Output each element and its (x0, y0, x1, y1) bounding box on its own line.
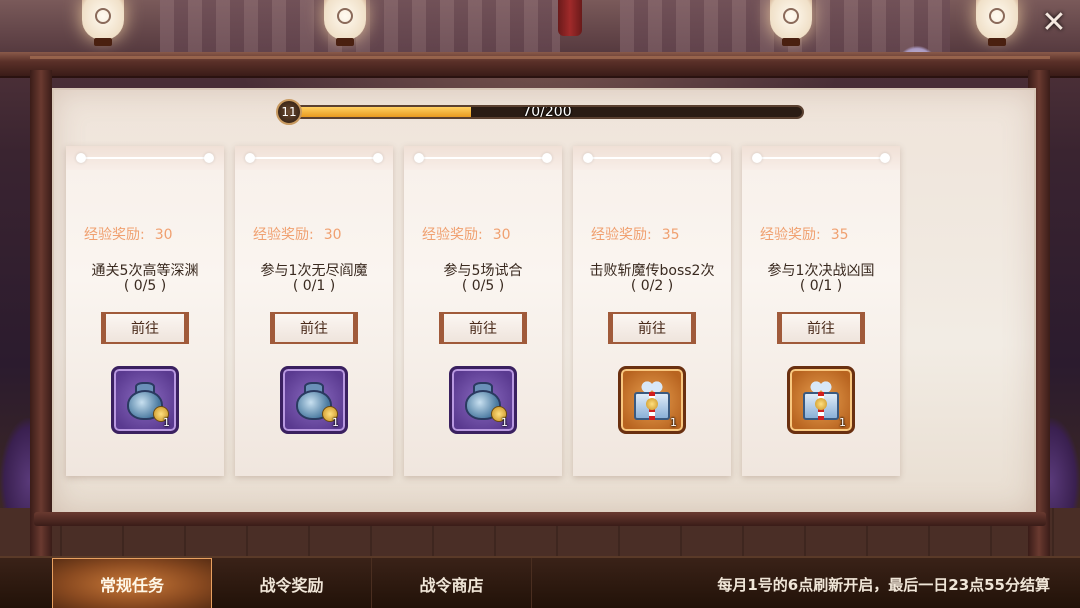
exp-reward-label: 经验奖励: (591, 227, 652, 243)
card-dot-icon (245, 153, 255, 163)
lantern-1-icon (82, 0, 124, 46)
level-badge: 11 (276, 99, 302, 125)
exp-reward-label: 经验奖励: (253, 227, 314, 243)
task-card: 经验奖励: 35 击败斩魔传boss2次( 0/2 ) 前往 1 (573, 146, 731, 476)
card-dot-icon (414, 153, 424, 163)
go-button[interactable]: 前往 (608, 312, 696, 344)
exp-reward-label: 经验奖励: (760, 227, 821, 243)
task-title: 参与1次无尽阎魔 (260, 263, 368, 279)
card-dot-icon (76, 153, 86, 163)
go-button-label: 前往 (300, 321, 328, 337)
exp-reward: 经验奖励: 35 (591, 224, 680, 244)
tab-pass-rewards[interactable]: 战令奖励 (212, 558, 372, 608)
lantern-3-icon (770, 0, 812, 46)
task-card: 经验奖励: 30 通关5次高等深渊( 0/5 ) 前往 1 (66, 146, 224, 476)
task-title: 参与5场试合 (443, 263, 523, 279)
task-title: 击败斩魔传boss2次 (589, 263, 715, 279)
task-progress-count: ( 0/2 ) (630, 278, 674, 294)
go-button-label: 前往 (469, 321, 497, 337)
task-progress-count: ( 0/5 ) (461, 278, 505, 294)
reward-gift-box-icon (799, 378, 843, 422)
card-dot-icon (373, 153, 383, 163)
card-dot-icon (542, 153, 552, 163)
go-button-label: 前往 (807, 321, 835, 337)
card-header (235, 146, 393, 170)
card-header (66, 146, 224, 170)
reward-item[interactable]: 1 (449, 366, 517, 434)
reward-quantity: 1 (163, 416, 170, 429)
tab-regular-tasks[interactable]: 常规任务 (52, 558, 212, 608)
reward-gift-box-icon (630, 378, 674, 422)
reward-item[interactable]: 1 (280, 366, 348, 434)
card-header (404, 146, 562, 170)
task-card: 经验奖励: 30 参与1次无尽阎魔( 0/1 ) 前往 1 (235, 146, 393, 476)
exp-reward-value: 30 (154, 227, 173, 243)
card-dot-icon (583, 153, 593, 163)
bottom-tab-bar: 常规任务 战令奖励 战令商店 每月1号的6点刷新开启，最后一日23点55分结算 (0, 556, 1080, 608)
tab-label: 常规任务 (99, 576, 164, 595)
task-progress-count: ( 0/1 ) (292, 278, 336, 294)
reward-item[interactable]: 1 (618, 366, 686, 434)
frame-post-left (30, 70, 52, 556)
reward-quantity: 1 (501, 416, 508, 429)
go-button[interactable]: 前往 (439, 312, 527, 344)
exp-reward: 经验奖励: 30 (422, 224, 511, 244)
progress-text: 70/200 (522, 105, 572, 119)
panel-bottom-rail (34, 512, 1046, 526)
card-dot-icon (880, 153, 890, 163)
exp-reward-value: 30 (323, 227, 342, 243)
season-progress: 70/200 11 (276, 99, 806, 125)
task-title: 通关5次高等深渊 (91, 263, 199, 279)
card-dot-icon (204, 153, 214, 163)
frame-top-beam (0, 52, 1080, 78)
hanging-drum-icon (558, 0, 582, 36)
go-button[interactable]: 前往 (270, 312, 358, 344)
exp-reward-value: 35 (661, 227, 680, 243)
card-header (573, 146, 731, 170)
reward-item[interactable]: 1 (787, 366, 855, 434)
reward-bag-icon (123, 378, 169, 422)
go-button-label: 前往 (131, 321, 159, 337)
reward-quantity: 1 (670, 416, 677, 429)
tab-label: 战令奖励 (259, 576, 324, 595)
exp-reward: 经验奖励: 35 (760, 224, 849, 244)
exp-reward-label: 经验奖励: (422, 227, 483, 243)
go-button[interactable]: 前往 (101, 312, 189, 344)
task-progress-count: ( 0/5 ) (123, 278, 167, 294)
tab-label: 战令商店 (419, 576, 484, 595)
close-icon: ✕ (1041, 4, 1067, 40)
exp-reward: 经验奖励: 30 (253, 224, 342, 244)
exp-reward-value: 35 (830, 227, 849, 243)
reward-quantity: 1 (839, 416, 846, 429)
progress-track: 70/200 (290, 105, 804, 119)
lantern-4-icon (976, 0, 1018, 46)
exp-reward-label: 经验奖励: (84, 227, 145, 243)
exp-reward-value: 30 (492, 227, 511, 243)
card-dot-icon (711, 153, 721, 163)
task-card: 经验奖励: 35 参与1次决战凶国( 0/1 ) 前往 1 (742, 146, 900, 476)
close-button[interactable]: ✕ (1036, 4, 1072, 40)
card-dot-icon (752, 153, 762, 163)
task-progress-count: ( 0/1 ) (799, 278, 843, 294)
task-title: 参与1次决战凶国 (767, 263, 875, 279)
reward-quantity: 1 (332, 416, 339, 429)
refresh-notice: 每月1号的6点刷新开启，最后一日23点55分结算 (717, 575, 1050, 594)
go-button-label: 前往 (638, 321, 666, 337)
lantern-2-icon (324, 0, 366, 46)
reward-bag-icon (461, 378, 507, 422)
reward-item[interactable]: 1 (111, 366, 179, 434)
reward-bag-icon (292, 378, 338, 422)
card-header (742, 146, 900, 170)
go-button[interactable]: 前往 (777, 312, 865, 344)
tab-pass-shop[interactable]: 战令商店 (372, 558, 532, 608)
exp-reward: 经验奖励: 30 (84, 224, 173, 244)
task-card: 经验奖励: 30 参与5场试合( 0/5 ) 前往 1 (404, 146, 562, 476)
